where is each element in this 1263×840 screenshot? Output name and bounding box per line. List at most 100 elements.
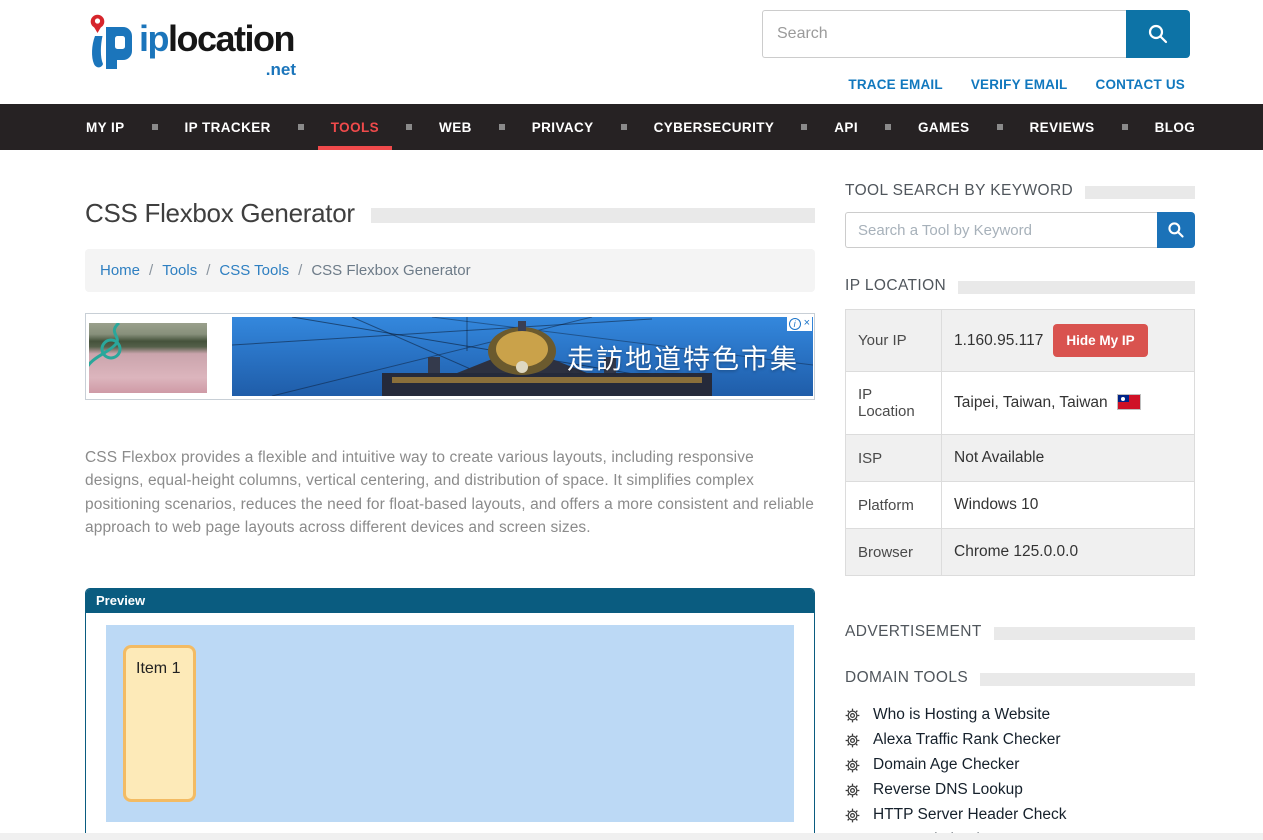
heading-decorative-bar [958,281,1195,294]
search-icon [1147,23,1169,45]
nav-item-privacy[interactable]: PRIVACY [519,104,607,150]
content-area: CSS Flexbox Generator Home / Tools / CSS… [85,182,1195,840]
ad-caption: 走訪地道特色市集 [567,337,799,376]
header-search [762,10,1190,58]
nav-item-reviews[interactable]: REVIEWS [1017,104,1108,150]
table-row: Platform Windows 10 [846,482,1195,529]
header-search-button[interactable] [1126,10,1190,58]
preview-panel-body: Item 1 [86,613,814,837]
nav-item-cybersecurity[interactable]: CYBERSECURITY [641,104,788,150]
nav-separator [801,124,807,130]
header-search-input[interactable] [762,10,1126,58]
breadcrumb-home[interactable]: Home [100,262,140,279]
heading-decorative-bar [1085,186,1195,199]
nav-item-ip-tracker[interactable]: IP TRACKER [172,104,284,150]
table-row: Browser Chrome 125.0.0.0 [846,529,1195,576]
search-icon [1167,221,1185,239]
logo-wordmark: iplocation .net [139,8,294,70]
site-logo[interactable]: iplocation .net [85,8,294,78]
title-decorative-bar [371,208,815,223]
row-label: IP Location [846,372,942,435]
row-label: Platform [846,482,942,529]
nav-separator [499,124,505,130]
ad-right-image[interactable]: 走訪地道特色市集 [232,317,813,396]
ad-corner-controls: i × [787,316,812,331]
domain-tools-heading-row: DOMAIN TOOLS [845,669,1195,687]
nav-separator [885,124,891,130]
advertisement-heading-row: ADVERTISEMENT [845,623,1195,641]
logo-text-net: .net [266,61,296,78]
hide-my-ip-button[interactable]: Hide My IP [1053,324,1147,357]
header-links: TRACE EMAIL VERIFY EMAIL CONTACT US [848,77,1185,92]
contact-us-link[interactable]: CONTACT US [1096,77,1186,92]
breadcrumb-css-tools[interactable]: CSS Tools [219,262,289,279]
breadcrumb-separator: / [149,262,153,279]
ip-location-table: Your IP 1.160.95.117 Hide My IP IP Locat… [845,309,1195,576]
row-label: Your IP [846,310,942,372]
nav-item-web[interactable]: WEB [426,104,485,150]
ad-left-image[interactable] [89,323,207,393]
row-value-cell: 1.160.95.117 Hide My IP [942,310,1195,372]
row-label: ISP [846,435,942,482]
gear-icon [845,758,860,773]
tool-description: CSS Flexbox provides a flexible and intu… [85,446,815,539]
platform-value: Windows 10 [942,482,1195,529]
gear-icon [845,783,860,798]
ad-close-icon[interactable]: × [804,316,810,331]
breadcrumb-separator: / [206,262,210,279]
ad-info-icon[interactable]: i [789,318,801,330]
logo-text-location: location [168,18,294,59]
nav-item-games[interactable]: GAMES [905,104,983,150]
nav-separator [152,124,158,130]
domain-tool-label: Who is Hosting a Website [873,706,1050,724]
nav-item-tools[interactable]: TOOLS [318,104,392,150]
domain-tool-link[interactable]: HTTP Server Header Check [845,806,1195,824]
ad-banner[interactable]: 走訪地道特色市集 i × [85,313,815,400]
nav-item-api[interactable]: API [821,104,871,150]
table-row: ISP Not Available [846,435,1195,482]
tool-search-heading: TOOL SEARCH BY KEYWORD [845,182,1073,200]
nav-separator [621,124,627,130]
nav-item-my-ip[interactable]: MY IP [73,104,138,150]
main-nav: MY IP IP TRACKER TOOLS WEB PRIVACY CYBER… [0,104,1263,150]
ip-pin-logo-icon [85,12,139,78]
nav-separator [1122,124,1128,130]
ad-route-graphic [89,323,207,393]
tool-search-input[interactable] [845,212,1157,248]
your-ip-value: 1.160.95.117 [954,332,1043,350]
gear-icon [845,733,860,748]
logo-text-ip: ip [139,18,168,59]
nav-item-blog[interactable]: BLOG [1142,104,1209,150]
verify-email-link[interactable]: VERIFY EMAIL [971,77,1068,92]
flexbox-preview-item[interactable]: Item 1 [123,645,196,802]
ip-location-heading: IP LOCATION [845,277,946,295]
tool-search-box [845,212,1195,248]
taiwan-flag-icon [1118,395,1140,409]
tool-search-heading-row: TOOL SEARCH BY KEYWORD [845,182,1195,200]
isp-value: Not Available [942,435,1195,482]
preview-panel: Preview Item 1 [85,588,815,838]
trace-email-link[interactable]: TRACE EMAIL [848,77,942,92]
domain-tool-link[interactable]: Who is Hosting a Website [845,706,1195,724]
table-row: Your IP 1.160.95.117 Hide My IP [846,310,1195,372]
gear-icon [845,808,860,823]
domain-tool-link[interactable]: Alexa Traffic Rank Checker [845,731,1195,749]
row-label: Browser [846,529,942,576]
tool-search-button[interactable] [1157,212,1195,248]
domain-tools-list: Who is Hosting a Website Alexa Traffic R… [845,706,1195,840]
domain-tool-label: Domain Age Checker [873,756,1019,774]
ip-location-value: Taipei, Taiwan, Taiwan [954,394,1108,411]
breadcrumb-tools[interactable]: Tools [162,262,197,279]
row-value-cell: Taipei, Taiwan, Taiwan [942,372,1195,435]
domain-tool-link[interactable]: Reverse DNS Lookup [845,781,1195,799]
nav-separator [298,124,304,130]
gear-icon [845,708,860,723]
heading-decorative-bar [994,627,1195,640]
domain-tool-label: Alexa Traffic Rank Checker [873,731,1061,749]
domain-tool-label: Reverse DNS Lookup [873,781,1023,799]
domain-tool-label: HTTP Server Header Check [873,806,1067,824]
browser-value: Chrome 125.0.0.0 [942,529,1195,576]
nav-separator [997,124,1003,130]
flexbox-preview-container: Item 1 [106,625,794,822]
domain-tool-link[interactable]: Domain Age Checker [845,756,1195,774]
